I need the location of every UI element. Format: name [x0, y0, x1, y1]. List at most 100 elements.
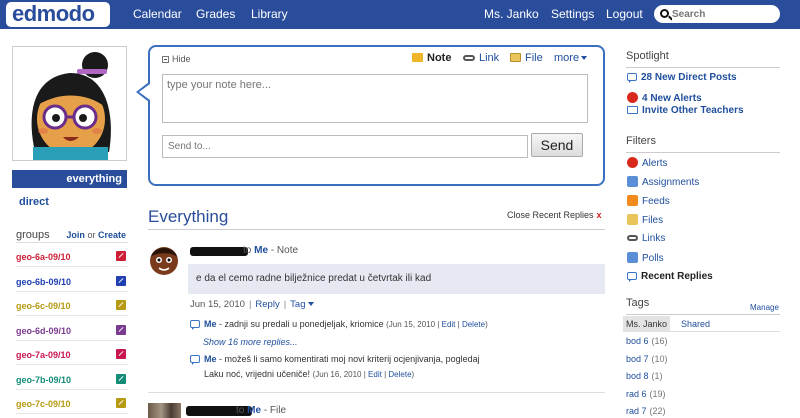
post-to: to: [236, 405, 245, 416]
tag-item[interactable]: bod 6 (16): [626, 336, 668, 346]
collapse-icon: [162, 56, 169, 63]
join-group-link[interactable]: Join: [66, 230, 85, 240]
filter-everything[interactable]: everything: [12, 170, 127, 188]
nav-grades[interactable]: Grades: [196, 7, 235, 21]
filter-alerts-label: Alerts: [642, 158, 668, 169]
filter-feeds[interactable]: Feeds: [627, 195, 670, 207]
group-item[interactable]: geo-7b-09/10: [16, 372, 128, 390]
tab-shared[interactable]: Shared: [681, 319, 710, 329]
tag-name: bod 8: [626, 371, 649, 381]
nav-settings[interactable]: Settings: [551, 7, 594, 21]
spotlight-alerts-label: 4 New Alerts: [642, 93, 702, 104]
filter-recent-replies-label: Recent Replies: [641, 271, 713, 282]
tab-more[interactable]: more: [554, 52, 588, 64]
group-color-icon[interactable]: [116, 275, 126, 286]
post-author-avatar[interactable]: [148, 243, 180, 277]
tag-count: (16): [651, 336, 668, 346]
group-color-icon[interactable]: [116, 324, 126, 335]
filter-files[interactable]: Files: [627, 214, 663, 226]
group-color-icon[interactable]: [116, 300, 126, 310]
tag-count: (10): [651, 353, 668, 364]
tab-file[interactable]: File: [510, 52, 543, 64]
hide-label: Hide: [172, 54, 191, 64]
post-author-avatar[interactable]: [148, 403, 181, 418]
profile-avatar[interactable]: [12, 46, 127, 161]
reply-link[interactable]: Reply: [255, 299, 279, 310]
group-item[interactable]: geo-6d-09/10: [16, 323, 128, 341]
filter-recent-replies[interactable]: Recent Replies: [627, 271, 713, 282]
post-to: to: [243, 245, 252, 256]
send-button[interactable]: Send: [531, 133, 583, 157]
post-recipient-link[interactable]: Me: [247, 405, 261, 416]
manage-tags-link[interactable]: Manage: [750, 303, 779, 312]
search-box[interactable]: [654, 5, 780, 23]
alert-icon: [627, 92, 638, 103]
reply-delete-link[interactable]: Delete: [388, 370, 411, 379]
group-name: geo-7b-09/10: [16, 374, 72, 385]
tag-item[interactable]: bod 8 (1): [626, 371, 663, 381]
close-recent-replies[interactable]: Close Recent Replies x: [507, 210, 602, 220]
reply-meta: (Jun 16, 2010 | Edit | Delete): [313, 370, 415, 379]
feed-divider: [148, 229, 605, 230]
group-item[interactable]: geo-7c-09/10: [16, 396, 128, 414]
edmodo-logo[interactable]: edmodo: [6, 2, 110, 27]
send-to-input[interactable]: [162, 135, 528, 158]
reply-author-link[interactable]: Me: [204, 319, 217, 329]
tab-ms-janko[interactable]: Ms. Janko: [623, 316, 670, 332]
filters-title: Filters: [626, 135, 780, 153]
filter-files-label: Files: [642, 215, 664, 226]
tag-item[interactable]: rad 7 (22): [626, 406, 666, 416]
composer-hide-toggle[interactable]: Hide: [162, 54, 191, 64]
composer-pointer-inner: [139, 84, 150, 100]
nav-user-ms-janko[interactable]: Ms. Janko: [484, 7, 539, 21]
note-input[interactable]: [162, 74, 588, 123]
tag-item[interactable]: rad 6 (19): [626, 389, 666, 399]
group-name: geo-6c-09/10: [16, 301, 71, 311]
kid-avatar-illustration: [150, 247, 178, 275]
tag-item[interactable]: bod 7 (10): [626, 354, 668, 364]
nav-calendar[interactable]: Calendar: [133, 7, 182, 21]
tag-link[interactable]: Tag: [290, 299, 314, 310]
reply-edit-link[interactable]: Edit: [368, 370, 382, 379]
group-color-icon[interactable]: [116, 349, 126, 359]
reply-edit-link[interactable]: Edit: [442, 320, 456, 329]
reply-close-paren: ): [411, 370, 415, 379]
filter-direct[interactable]: direct: [19, 196, 49, 208]
group-item[interactable]: geo-6a-09/10: [16, 249, 128, 267]
redacted-author-name: [190, 247, 248, 256]
tag-count: (19): [649, 388, 666, 399]
group-color-icon[interactable]: [116, 251, 126, 261]
post-recipient-link[interactable]: Me: [254, 245, 268, 256]
groups-header: groups Join or Create: [16, 229, 128, 243]
filter-assignments-label: Assignments: [642, 177, 700, 188]
filter-alerts[interactable]: Alerts: [627, 157, 668, 169]
tab-note[interactable]: Note: [412, 52, 451, 64]
filter-polls[interactable]: Polls: [627, 252, 664, 264]
group-item[interactable]: geo-6b-09/10: [16, 274, 128, 292]
group-item[interactable]: geo-6c-09/10: [16, 298, 128, 316]
spotlight-direct-posts[interactable]: 28 New Direct Posts: [627, 72, 737, 83]
nav-library[interactable]: Library: [251, 7, 288, 21]
show-more-replies-link[interactable]: Show 16 more replies...: [203, 337, 298, 347]
spotlight-invite[interactable]: Invite Other Teachers: [627, 105, 744, 116]
group-color-icon[interactable]: [116, 398, 126, 408]
group-color-icon[interactable]: [116, 373, 126, 384]
spotlight-alerts[interactable]: 4 New Alerts: [627, 92, 702, 104]
filter-assignments[interactable]: Assignments: [627, 176, 699, 188]
reply-text-line2: Laku noć, vrijedni učeniče!: [204, 369, 311, 379]
tab-link[interactable]: Link: [463, 52, 499, 64]
reply-close-paren: ): [485, 320, 488, 329]
filter-polls-label: Polls: [642, 253, 664, 264]
file-icon: [510, 53, 521, 62]
group-name: geo-7a-09/10: [16, 350, 71, 360]
filter-links[interactable]: Links: [627, 233, 665, 244]
create-group-link[interactable]: Create: [98, 230, 126, 240]
girl-avatar-illustration: [13, 47, 126, 160]
nav-logout[interactable]: Logout: [606, 7, 643, 21]
group-item[interactable]: geo-7a-09/10: [16, 347, 128, 365]
filter-feeds-label: Feeds: [642, 196, 670, 207]
post-actions: Jun 15, 2010 | Reply | Tag: [190, 299, 314, 310]
reply-delete-link[interactable]: Delete: [462, 320, 485, 329]
reply-author-link[interactable]: Me: [204, 354, 217, 364]
search-input[interactable]: [672, 7, 772, 21]
